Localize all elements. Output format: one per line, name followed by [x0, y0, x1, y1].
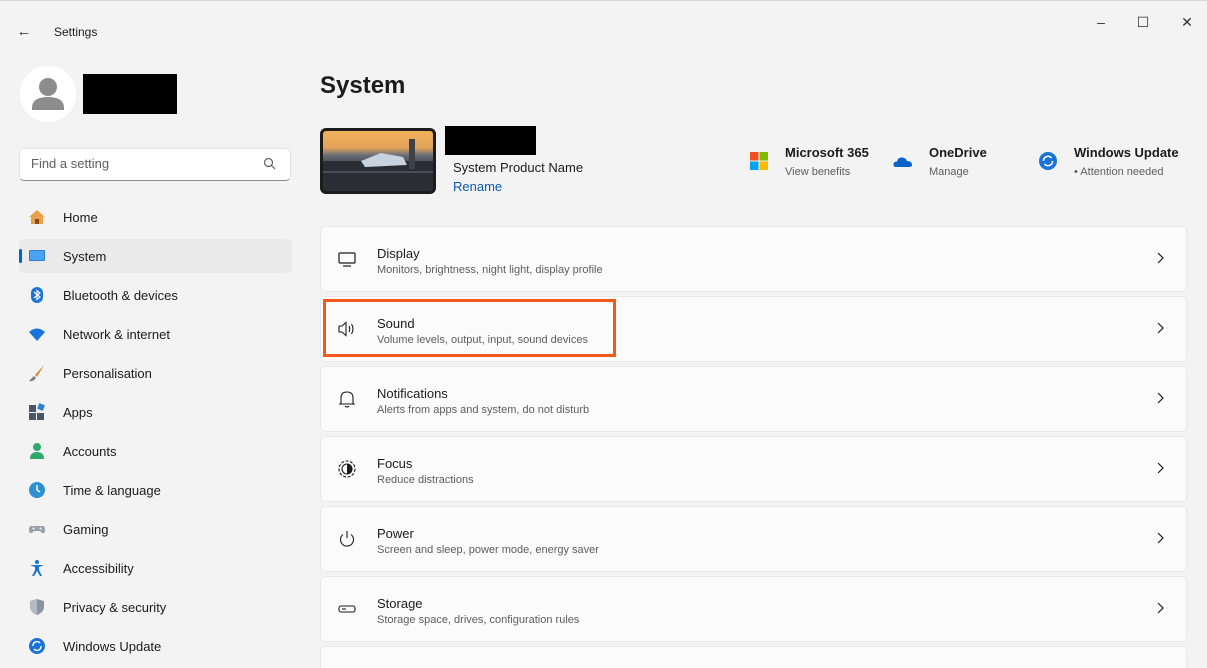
quick-link-subtitle: Manage	[929, 166, 969, 178]
sidebar-item-label: Network & internet	[63, 327, 170, 342]
sidebar-item-personalisation[interactable]: Personalisation	[19, 356, 292, 390]
settings-card-list: Display Monitors, brightness, night ligh…	[320, 226, 1187, 668]
card-title: Power	[377, 526, 414, 541]
sidebar-item-label: Accounts	[63, 444, 117, 459]
card-title: Display	[377, 246, 420, 261]
chevron-right-icon	[1157, 532, 1164, 544]
search-box[interactable]	[19, 148, 291, 181]
sidebar-item-label: Time & language	[63, 483, 161, 498]
sidebar-item-label: Privacy & security	[63, 600, 167, 615]
card-subtitle: Alerts from apps and system, do not dist…	[377, 404, 590, 416]
sidebar-item-network[interactable]: Network & internet	[19, 317, 292, 351]
card-storage[interactable]: Storage Storage space, drives, configura…	[320, 576, 1187, 642]
sidebar-item-time-language[interactable]: Time & language	[19, 473, 292, 507]
microsoft-logo-icon	[750, 152, 768, 170]
rename-link[interactable]: Rename	[453, 179, 502, 194]
sidebar-item-system[interactable]: System	[19, 239, 292, 273]
chevron-right-icon	[1157, 462, 1164, 474]
sidebar-item-label: Apps	[63, 405, 93, 420]
sidebar-item-bluetooth[interactable]: Bluetooth & devices	[19, 278, 292, 312]
bluetooth-icon	[31, 287, 43, 303]
sidebar-item-label: Home	[63, 210, 98, 225]
redacted-device-name	[445, 126, 536, 155]
windows-update-icon	[1039, 152, 1057, 170]
system-icon	[29, 250, 45, 261]
card-power[interactable]: Power Screen and sleep, power mode, ener…	[320, 506, 1187, 572]
storage-icon	[338, 605, 356, 613]
monitor-icon	[338, 252, 356, 267]
quick-link-subtitle: View benefits	[785, 166, 851, 178]
search-icon[interactable]	[262, 156, 278, 172]
chevron-right-icon	[1157, 602, 1164, 614]
avatar[interactable]	[20, 66, 76, 122]
sidebar-item-label: Accessibility	[63, 561, 134, 576]
gamepad-icon	[29, 526, 45, 534]
sidebar-item-label: Windows Update	[63, 639, 162, 654]
wifi-icon	[29, 328, 45, 341]
card-subtitle: Monitors, brightness, night light, displ…	[377, 264, 603, 276]
sidebar-item-privacy-security[interactable]: Privacy & security	[19, 590, 292, 624]
onedrive-cloud-icon	[893, 157, 913, 167]
sidebar-item-accounts[interactable]: Accounts	[19, 434, 292, 468]
sidebar-item-label: Personalisation	[63, 366, 152, 381]
selection-indicator	[19, 249, 22, 263]
quick-link-subtitle: • Attention needed	[1074, 166, 1164, 178]
sidebar-item-label: Bluetooth & devices	[63, 288, 178, 303]
quick-link-title: Microsoft 365	[785, 145, 869, 160]
chevron-right-icon	[1157, 252, 1164, 264]
quick-link-windows-update[interactable]: Windows Update • Attention needed	[1038, 145, 1198, 185]
card-subtitle: Reduce distractions	[377, 474, 474, 486]
sidebar-item-accessibility[interactable]: Accessibility	[19, 551, 292, 585]
accounts-icon	[30, 443, 44, 459]
bell-icon	[338, 391, 356, 408]
power-icon	[339, 531, 355, 547]
page-title: System	[320, 72, 406, 99]
card-title: Focus	[377, 456, 413, 471]
card-display[interactable]: Display Monitors, brightness, night ligh…	[320, 226, 1187, 292]
back-arrow-icon[interactable]: ←	[14, 22, 34, 42]
device-product-name: System Product Name	[453, 160, 584, 175]
sidebar-item-label: System	[63, 249, 107, 264]
quick-link-title: Windows Update	[1074, 145, 1179, 160]
sidebar-nav: Home System Bluetooth & devices Network …	[19, 200, 292, 668]
app-title: Settings	[54, 25, 98, 39]
time-language-icon	[29, 482, 45, 498]
sidebar-item-label: Gaming	[63, 522, 109, 537]
sidebar-item-gaming[interactable]: Gaming	[19, 512, 292, 546]
quick-link-microsoft-365[interactable]: Microsoft 365 View benefits	[749, 145, 889, 185]
quick-link-title: OneDrive	[929, 145, 987, 160]
sidebar-item-apps[interactable]: Apps	[19, 395, 292, 429]
card-subtitle: Storage space, drives, configuration rul…	[377, 614, 580, 626]
windows-update-icon	[29, 638, 45, 654]
card-title: Storage	[377, 596, 423, 611]
chevron-right-icon	[1157, 322, 1164, 334]
maximize-button[interactable]: ☐	[1128, 10, 1158, 34]
redacted-user-name	[83, 74, 177, 114]
card-subtitle: Screen and sleep, power mode, energy sav…	[377, 544, 599, 556]
device-wallpaper-thumbnail	[320, 128, 436, 194]
user-silhouette-icon	[20, 66, 76, 122]
card-title: Notifications	[377, 386, 448, 401]
card-notifications[interactable]: Notifications Alerts from apps and syste…	[320, 366, 1187, 432]
search-input[interactable]	[31, 156, 251, 171]
card-focus[interactable]: Focus Reduce distractions	[320, 436, 1187, 502]
shield-icon	[30, 599, 44, 615]
sound-highlight-box	[323, 299, 616, 357]
card-next-partial[interactable]	[320, 646, 1187, 668]
title-bar: ← Settings – ☐ ✕	[0, 0, 1207, 44]
quick-link-onedrive[interactable]: OneDrive Manage	[893, 145, 1003, 185]
sidebar-item-home[interactable]: Home	[19, 200, 292, 234]
apps-icon	[29, 403, 45, 420]
sidebar-item-windows-update[interactable]: Windows Update	[19, 629, 292, 663]
focus-icon	[338, 460, 356, 478]
brush-icon	[29, 365, 44, 382]
chevron-right-icon	[1157, 392, 1164, 404]
wallpaper-scene-icon	[323, 139, 433, 191]
accessibility-icon	[30, 560, 44, 576]
minimize-button[interactable]: –	[1086, 10, 1116, 34]
home-icon	[29, 210, 45, 224]
close-button[interactable]: ✕	[1172, 10, 1202, 34]
